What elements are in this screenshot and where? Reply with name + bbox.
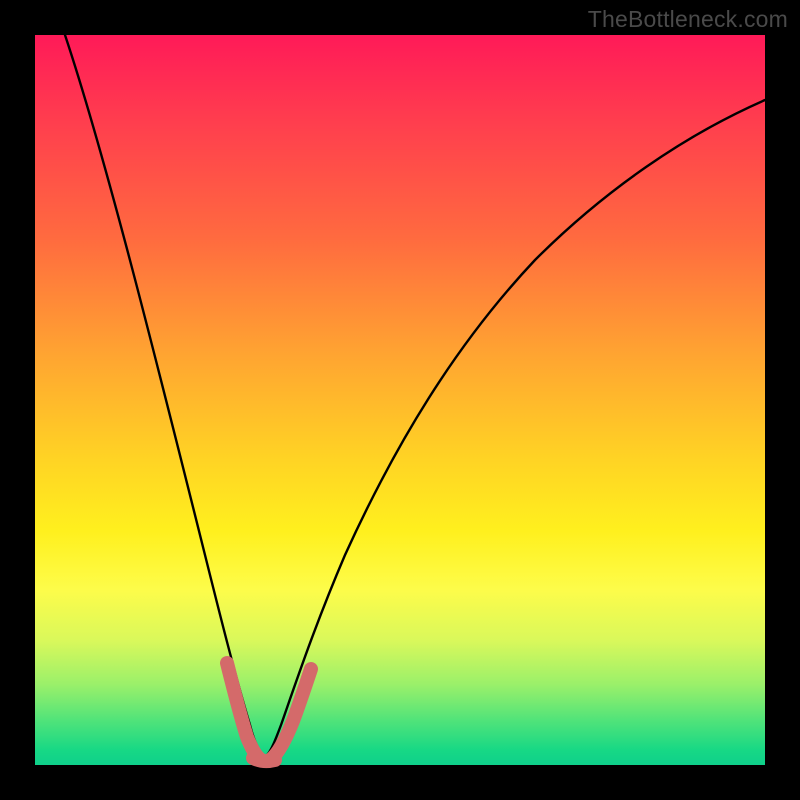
accent-valley-left — [227, 663, 260, 759]
curves-layer — [35, 35, 765, 765]
watermark-text: TheBottleneck.com — [588, 6, 788, 33]
outer-frame: TheBottleneck.com — [0, 0, 800, 800]
black-curve — [65, 35, 765, 756]
accent-valley-right — [270, 669, 311, 760]
